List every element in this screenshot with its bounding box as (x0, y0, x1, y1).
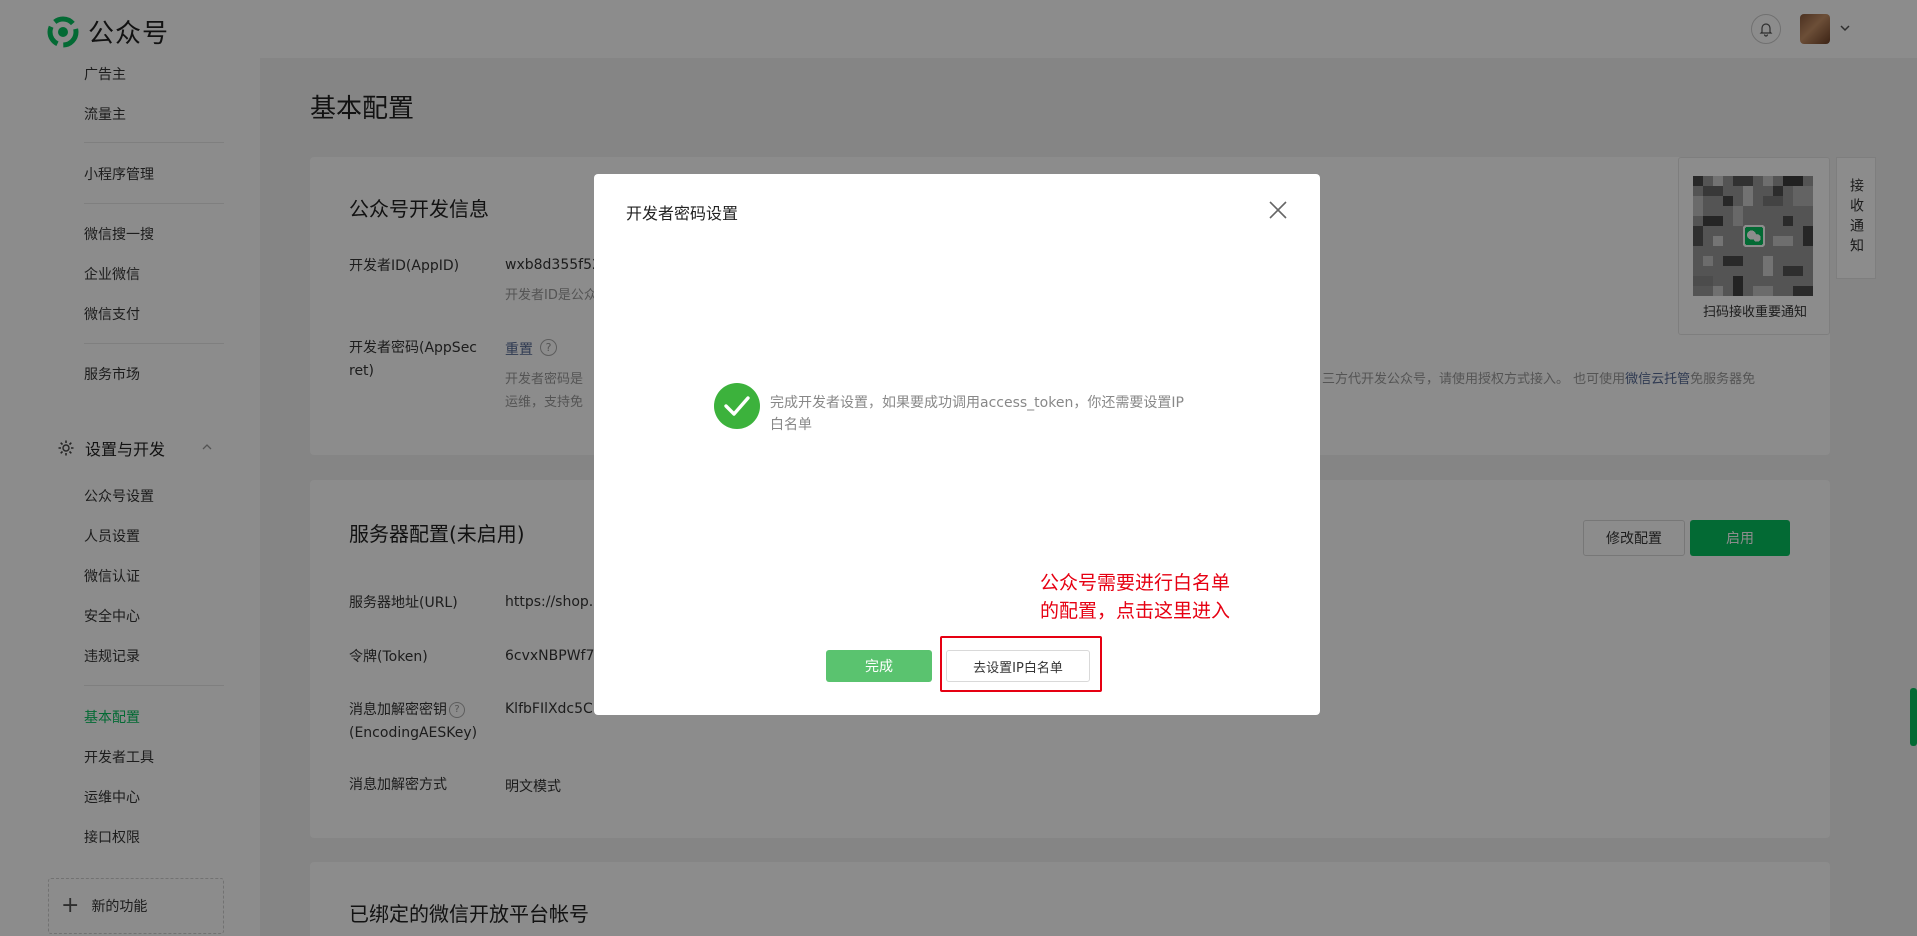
close-icon[interactable] (1266, 198, 1290, 222)
dialog-message: 完成开发者设置，如果要成功调用access_token，你还需要设置IP白名单 (770, 395, 1184, 434)
dialog-title: 开发者密码设置 (626, 204, 739, 223)
annotation-highlight-box (940, 636, 1102, 692)
annotation-text: 公众号需要进行白名单 的配置，点击这里进入 (1040, 570, 1230, 625)
annotation-line-2: 的配置，点击这里进入 (1040, 599, 1231, 622)
annotation-line-1: 公众号需要进行白名单 (1040, 572, 1231, 594)
developer-secret-dialog: 开发者密码设置 完成开发者设置，如果要成功调用access_token，你还需要… (594, 174, 1320, 715)
check-circle-icon (714, 383, 760, 429)
done-button[interactable]: 完成 (826, 650, 932, 682)
